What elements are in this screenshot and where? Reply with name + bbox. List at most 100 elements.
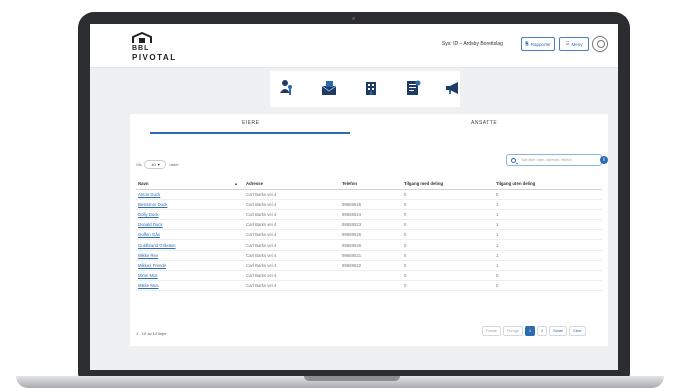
owner-access-unshared: 1 bbox=[494, 250, 602, 261]
owner-access-shared: 0 bbox=[402, 199, 494, 210]
table-row: Donald Duck Carl Barks vei 4 99659523 0 … bbox=[136, 219, 602, 231]
owner-address: Carl Barks vei 4 bbox=[244, 250, 340, 261]
reports-button[interactable]: 🗎 Rapporter bbox=[521, 37, 555, 51]
owner-name-link[interactable]: Donald Duck bbox=[136, 219, 244, 231]
owner-phone: 99659523 bbox=[340, 219, 402, 231]
building-icon[interactable] bbox=[362, 79, 380, 97]
owner-name-link[interactable]: Anton Duck bbox=[136, 189, 244, 200]
owner-phone bbox=[340, 280, 402, 292]
logo-text-pivotal: PIVOTAL bbox=[132, 53, 177, 62]
laptop-camera bbox=[352, 17, 355, 20]
owner-access-unshared: 0 bbox=[494, 270, 602, 282]
owner-access-unshared: 1 bbox=[494, 239, 602, 251]
user-key-icon[interactable] bbox=[278, 79, 296, 97]
column-header-access-shared[interactable]: Tilgang med deling bbox=[402, 178, 494, 190]
owner-name-link[interactable]: Mikkes Frende bbox=[136, 260, 244, 272]
pagination: Første Forrige 1 2 Neste Siste bbox=[482, 326, 586, 336]
owner-access-unshared: 0 bbox=[494, 189, 602, 200]
pager-page-1-button[interactable]: 1 bbox=[525, 326, 536, 336]
user-profile-icon[interactable] bbox=[592, 36, 608, 52]
column-header-access-unshared[interactable]: Tilgang uten deling bbox=[494, 178, 602, 190]
pager-previous-button[interactable]: Forrige bbox=[502, 326, 523, 336]
pager-next-button[interactable]: Neste bbox=[549, 326, 568, 336]
column-header-name[interactable]: Navn ▲ bbox=[136, 178, 244, 190]
owner-access-shared: 0 bbox=[402, 209, 494, 221]
house-logo-icon bbox=[132, 32, 152, 43]
tab-bar: EIERE ANSATTE bbox=[130, 120, 608, 136]
owner-access-shared: 0 bbox=[402, 260, 494, 272]
owner-address: Carl Barks vei 4 bbox=[244, 229, 340, 241]
owner-name-link[interactable]: Bestemor Duck bbox=[136, 199, 244, 210]
show-label: Vis bbox=[136, 162, 142, 167]
pager-last-button[interactable]: Siste bbox=[569, 326, 586, 336]
document-list-icon[interactable] bbox=[404, 79, 422, 97]
page-size-select[interactable]: 10 ▾ bbox=[144, 160, 167, 169]
tab-eiere[interactable]: EIERE bbox=[242, 120, 260, 126]
owner-access-shared: 0 bbox=[402, 270, 494, 282]
mail-icon[interactable] bbox=[320, 79, 338, 97]
pager-page-2-button[interactable]: 2 bbox=[537, 326, 548, 336]
table-row: Anton Duck Carl Barks vei 4 0 0 bbox=[136, 189, 602, 200]
owner-address: Carl Barks vei 4 bbox=[244, 199, 340, 210]
owners-table: Navn ▲ Adresse Telefon Tilgang med deling… bbox=[136, 178, 602, 292]
table-row: Minni Mus Carl Barks vei 4 0 0 bbox=[136, 270, 602, 282]
table-row: Dolly Duck Carl Barks vei 4 99659524 0 1 bbox=[136, 209, 602, 221]
report-icon: 🗎 bbox=[525, 41, 529, 46]
owner-address: Carl Barks vei 4 bbox=[244, 219, 340, 231]
owner-access-shared: 0 bbox=[402, 189, 494, 200]
owner-access-unshared: 1 bbox=[494, 219, 602, 231]
owner-phone: 99659525 bbox=[340, 199, 402, 210]
owner-access-shared: 0 bbox=[402, 280, 494, 292]
owner-name-link[interactable]: Mikke Mus bbox=[136, 280, 244, 292]
search-placeholder: Søk etter navn, adresse, telefon bbox=[521, 158, 572, 162]
table-row: Mikkes Frende Carl Barks vei 4 99659522 … bbox=[136, 260, 602, 272]
owner-access-shared: 0 bbox=[402, 250, 494, 261]
tab-ansatte[interactable]: ANSATTE bbox=[471, 120, 497, 126]
info-icon[interactable]: i bbox=[600, 156, 608, 164]
owner-phone bbox=[340, 189, 402, 200]
page-size-control: Vis 10 ▾ rader bbox=[136, 160, 179, 169]
module-toolbar bbox=[270, 71, 460, 107]
system-info: Sys: ID – Ardsby Borettslag bbox=[442, 41, 503, 47]
owner-name-link[interactable]: Minni Mus bbox=[136, 270, 244, 282]
page-size-value: 10 bbox=[151, 162, 156, 167]
owner-phone: 99659526 bbox=[340, 229, 402, 241]
column-header-address[interactable]: Adresse bbox=[244, 178, 340, 190]
owner-name-link[interactable]: Mikke Rev bbox=[136, 250, 244, 261]
owner-access-unshared: 1 bbox=[494, 199, 602, 210]
owner-phone bbox=[340, 270, 402, 282]
owner-name-link[interactable]: Dolly Duck bbox=[136, 209, 244, 221]
owner-name-link[interactable]: Guffen Gås bbox=[136, 229, 244, 241]
app-header: BBL PIVOTAL Sys: ID – Ardsby Borettslag … bbox=[90, 24, 618, 68]
table-row: Mikke Rev Carl Barks vei 4 99659521 0 1 bbox=[136, 250, 602, 261]
rows-label: rader bbox=[169, 162, 179, 167]
owner-name-link[interactable]: Guldbrand Gråstein bbox=[136, 239, 244, 251]
megaphone-icon[interactable] bbox=[444, 79, 462, 97]
search-icon bbox=[511, 158, 516, 163]
table-row: Guffen Gås Carl Barks vei 4 99659526 0 1 bbox=[136, 229, 602, 241]
owner-access-shared: 0 bbox=[402, 229, 494, 241]
table-row: Guldbrand Gråstein Carl Barks vei 4 9965… bbox=[136, 239, 602, 251]
owner-address: Carl Barks vei 4 bbox=[244, 270, 340, 282]
laptop-notch bbox=[304, 376, 400, 381]
owner-phone: 99659546 bbox=[340, 239, 402, 251]
bbl-pivotal-logo[interactable]: BBL PIVOTAL bbox=[132, 32, 182, 62]
owner-address: Carl Barks vei 4 bbox=[244, 189, 340, 200]
owner-address: Carl Barks vei 4 bbox=[244, 280, 340, 292]
reports-button-label: Rapporter bbox=[530, 41, 551, 47]
menu-button[interactable]: ☰ Meny bbox=[559, 37, 589, 51]
search-input[interactable]: Søk etter navn, adresse, telefon bbox=[506, 154, 602, 166]
owner-access-unshared: 1 bbox=[494, 209, 602, 221]
owner-address: Carl Barks vei 4 bbox=[244, 260, 340, 272]
logo-text-bbl: BBL bbox=[132, 45, 150, 52]
menu-button-label: Meny bbox=[571, 41, 583, 47]
row-count: 1 - 10 av 12 linjer bbox=[136, 331, 167, 336]
owner-access-unshared: 1 bbox=[494, 229, 602, 241]
pager-first-button[interactable]: Første bbox=[482, 326, 501, 336]
owner-phone: 99659522 bbox=[340, 260, 402, 272]
column-header-phone[interactable]: Telefon bbox=[340, 178, 402, 190]
screen: BBL PIVOTAL Sys: ID – Ardsby Borettslag … bbox=[90, 24, 618, 370]
hamburger-icon: ☰ bbox=[565, 41, 570, 46]
owner-address: Carl Barks vei 4 bbox=[244, 209, 340, 221]
active-tab-indicator bbox=[150, 132, 350, 134]
